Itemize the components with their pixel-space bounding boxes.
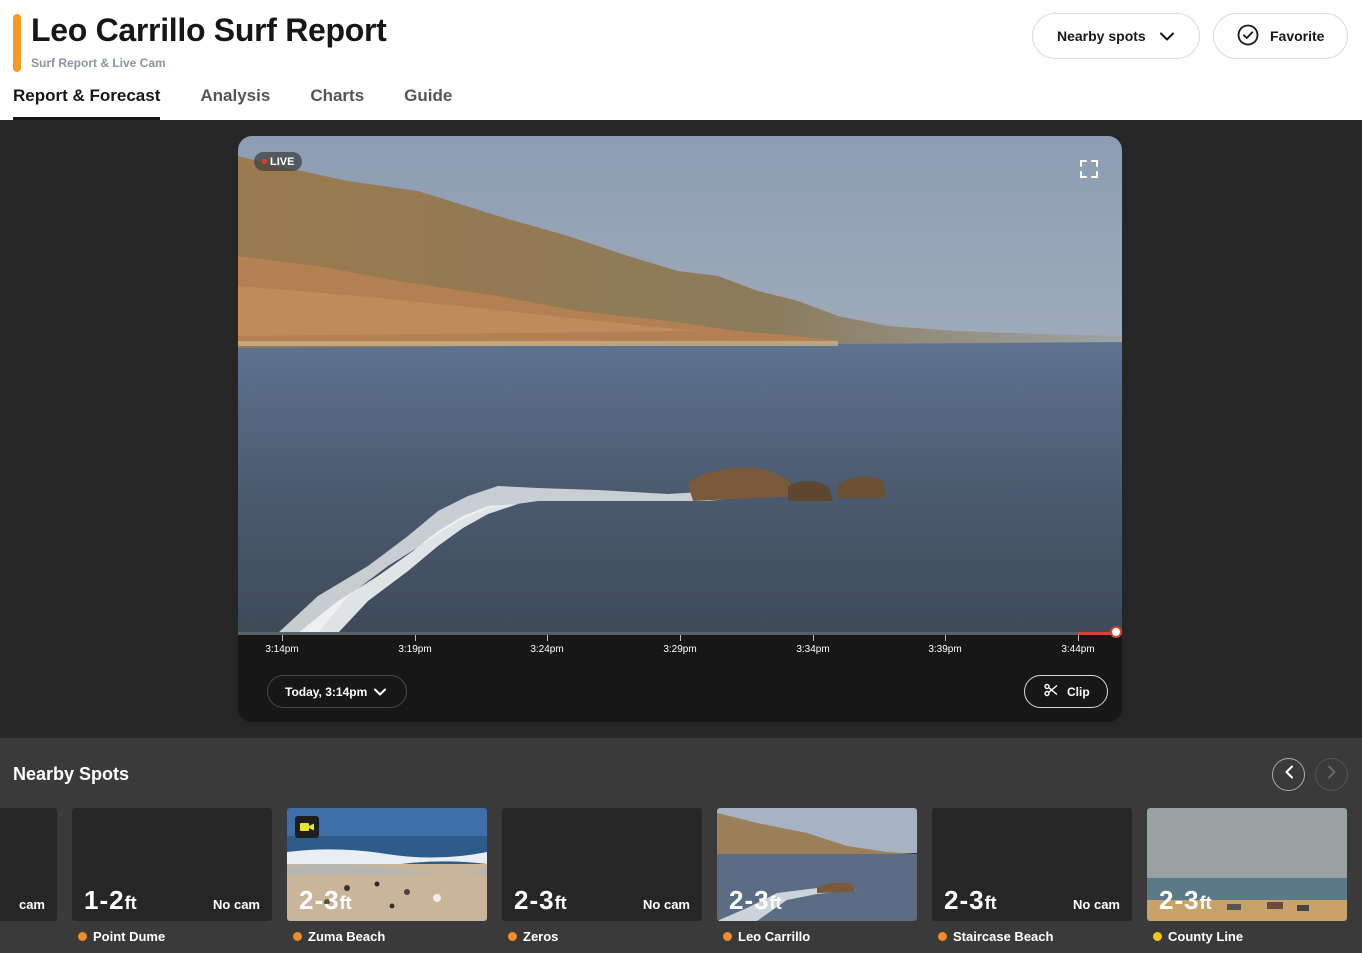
chevron-left-icon: [1284, 765, 1294, 784]
spot-height-unit: ft: [554, 893, 567, 913]
chevron-down-icon: [374, 685, 387, 699]
date-time-label: Today, 3:14pm: [285, 684, 368, 699]
page-title: Leo Carrillo Surf Report: [31, 12, 387, 48]
timeline-tick-label: 3:44pm: [1061, 644, 1095, 655]
spot-cam-status: cam: [18, 897, 45, 912]
spot-cam-status: No cam: [1073, 897, 1120, 912]
spot-wave-height: 2-3ft: [299, 885, 352, 916]
timeline-tick: [680, 635, 681, 641]
condition-dot: [938, 932, 947, 941]
scissors-icon: [1044, 683, 1058, 700]
timeline-tick: [547, 635, 548, 641]
tab-report-forecast[interactable]: Report & Forecast: [13, 86, 161, 120]
timeline-scrubber[interactable]: [1110, 626, 1122, 638]
spot-height-unit: ft: [984, 893, 997, 913]
cam-player: LIVE 3:14pm 3:19pm 3:24pm 3:29pm 3:34pm …: [238, 136, 1122, 722]
tab-guide[interactable]: Guide: [404, 86, 452, 120]
nearby-spots-label: Nearby spots: [1057, 28, 1146, 44]
spot-name: Zeros: [508, 929, 558, 944]
spot-name: Leo Carrillo: [723, 929, 810, 944]
condition-dot: [293, 932, 302, 941]
spot-height-value: 2-3: [514, 885, 555, 915]
spot-name: County Line: [1153, 929, 1243, 944]
spot-height-value: 2-3: [729, 885, 770, 915]
spot-card-county-line[interactable]: 2-3ft County Line: [1147, 808, 1347, 953]
spot-wave-height: 2-3ft: [729, 885, 782, 916]
fullscreen-icon[interactable]: [1078, 158, 1100, 180]
condition-dot: [723, 932, 732, 941]
timeline-tick-label: 3:14pm: [265, 644, 299, 655]
timeline-tick: [1078, 635, 1079, 641]
timeline-tick-label: 3:24pm: [530, 644, 564, 655]
spot-height-unit: ft: [769, 893, 782, 913]
timeline-tick-label: 3:19pm: [398, 644, 432, 655]
chevron-down-icon: [1159, 28, 1174, 44]
spot-name: Zuma Beach: [293, 929, 385, 944]
spot-name-label: County Line: [1168, 929, 1244, 944]
condition-dot: [78, 932, 87, 941]
nearby-spots-section: Nearby Spots cam 1-2ft No cam Point Dume: [0, 738, 1362, 953]
live-badge: LIVE: [254, 152, 303, 171]
spot-card-staircase-beach[interactable]: 2-3ft No cam Staircase Beach: [932, 808, 1132, 953]
spot-height-unit: ft: [124, 893, 137, 913]
chevron-right-icon: [1327, 765, 1337, 784]
spot-card-zeros[interactable]: 2-3ft No cam Zeros: [502, 808, 702, 953]
spot-name-label: Leo Carrillo: [738, 929, 811, 944]
timeline-tick-label: 3:39pm: [928, 644, 962, 655]
favorite-button[interactable]: Favorite: [1213, 13, 1348, 59]
nearby-spots-button[interactable]: Nearby spots: [1032, 13, 1200, 59]
clip-label: Clip: [1067, 684, 1090, 699]
timeline-tick: [945, 635, 946, 641]
date-time-selector[interactable]: Today, 3:14pm: [267, 675, 407, 708]
tab-analysis[interactable]: Analysis: [200, 86, 270, 120]
cam-section: LIVE 3:14pm 3:19pm 3:24pm 3:29pm 3:34pm …: [0, 120, 1362, 738]
spot-height-value: 2-3: [299, 885, 340, 915]
tab-bar: Report & Forecast Analysis Charts Guide: [13, 86, 492, 120]
timeline-tick: [415, 635, 416, 641]
spot-wave-height: 2-3ft: [514, 885, 567, 916]
spot-height-unit: ft: [1199, 893, 1212, 913]
spot-card-point-dume[interactable]: 1-2ft No cam Point Dume: [72, 808, 272, 953]
spot-cam-status: No cam: [643, 897, 690, 912]
tab-charts[interactable]: Charts: [310, 86, 364, 120]
camera-icon: [295, 816, 319, 838]
live-cam-video[interactable]: [238, 136, 1122, 633]
spot-name-label: Zuma Beach: [308, 929, 386, 944]
timeline-tick: [813, 635, 814, 641]
spot-name-label: Zeros: [523, 929, 559, 944]
spot-wave-height: 2-3ft: [944, 885, 997, 916]
check-circle-icon: [1237, 24, 1259, 49]
spot-height-value: 2-3: [1159, 885, 1200, 915]
spot-name-label: Point Dume: [93, 929, 166, 944]
carousel-prev-button[interactable]: [1272, 758, 1305, 791]
spot-height-value: 2-3: [944, 885, 985, 915]
title-accent-bar: [13, 14, 21, 72]
spot-wave-height: 2-3ft: [1159, 885, 1212, 916]
live-dot-icon: [262, 159, 267, 164]
timeline-tick-label: 3:29pm: [663, 644, 697, 655]
spot-cam-status: No cam: [213, 897, 260, 912]
favorite-label: Favorite: [1270, 28, 1325, 44]
condition-dot: [508, 932, 517, 941]
spot-wave-height: 1-2ft: [84, 885, 137, 916]
live-label: LIVE: [270, 155, 295, 168]
timeline-tick: [282, 635, 283, 641]
spot-name-label: Staircase Beach: [953, 929, 1054, 944]
spot-height-value: 1-2: [84, 885, 125, 915]
spot-card-zuma-beach[interactable]: 2-3ft Zuma Beach: [287, 808, 487, 953]
page-subtitle: Surf Report & Live Cam: [31, 56, 166, 70]
header: Leo Carrillo Surf Report Surf Report & L…: [0, 0, 1362, 120]
spot-card-leo-carrillo[interactable]: 2-3ft Leo Carrillo: [717, 808, 917, 953]
condition-dot: [1153, 932, 1162, 941]
nearby-spots-title: Nearby Spots: [13, 764, 130, 784]
carousel-next-button[interactable]: [1315, 758, 1348, 791]
spot-height-unit: ft: [339, 893, 352, 913]
timeline-tick-label: 3:34pm: [796, 644, 830, 655]
spot-name: Point Dume: [78, 929, 165, 944]
clip-button[interactable]: Clip: [1024, 675, 1108, 708]
spot-name: Staircase Beach: [938, 929, 1053, 944]
spot-card[interactable]: cam: [0, 808, 57, 953]
